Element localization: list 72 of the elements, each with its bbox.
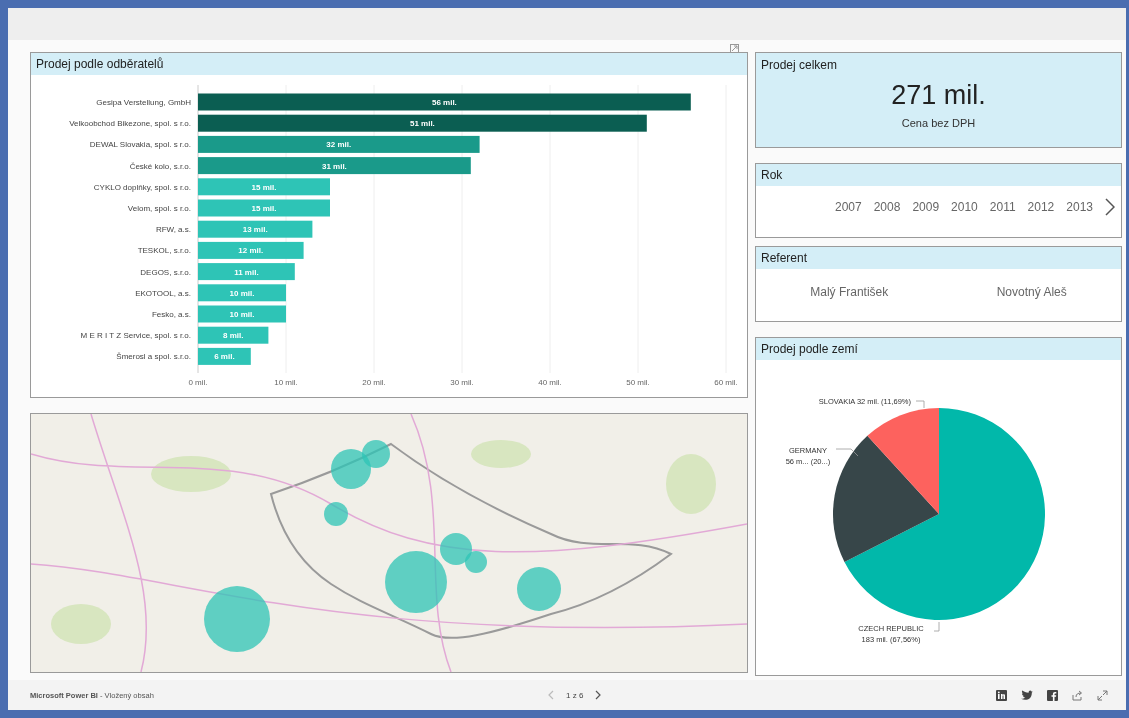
focus-mode-icon[interactable]: [730, 44, 739, 53]
person-option[interactable]: Novotný Aleš: [996, 285, 1067, 299]
bar[interactable]: [198, 347, 251, 365]
year-option[interactable]: 2010: [951, 200, 978, 214]
share-icon[interactable]: [1072, 689, 1083, 701]
chevron-right-icon[interactable]: [595, 690, 602, 700]
axis-tick-label: 60 mil.: [714, 378, 738, 387]
category-label: České kolo, s.r.o.: [129, 161, 191, 171]
category-label: DEWAL Slovakia, spol. s r.o.: [89, 140, 191, 150]
data-label: 8 mil.: [222, 331, 244, 341]
card-title: Prodej celkem: [760, 57, 839, 72]
pie-slice[interactable]: [867, 408, 939, 514]
axis-tick-label: 40 mil.: [538, 378, 562, 387]
year-option[interactable]: 2011: [989, 200, 1016, 214]
data-label: 10 mil.: [229, 288, 255, 298]
data-label: 56 mil.: [431, 98, 457, 107]
data-label: 15 mil.: [251, 182, 277, 192]
category-label: Gesipa Verstellung, GmbH: [96, 98, 191, 107]
facebook-icon[interactable]: [1047, 689, 1058, 701]
data-label: 6 mil.: [214, 352, 235, 362]
year-option[interactable]: 2009: [912, 200, 940, 214]
panel-title: Prodej podle odběratelů: [31, 53, 747, 75]
linkedin-icon[interactable]: [996, 689, 1007, 701]
panel-title: Prodej podle zemí: [756, 338, 1121, 360]
bird-icon[interactable]: [1021, 690, 1033, 700]
category-label: RFW, a.s.: [155, 225, 191, 235]
data-label: 10 mil.: [229, 310, 255, 319]
year-option[interactable]: 2012: [1027, 200, 1055, 214]
axis-tick-label: 30 mil.: [450, 378, 474, 387]
year-option[interactable]: 2007: [834, 200, 862, 214]
pie-slice[interactable]: [833, 435, 939, 562]
kpi-caption: Cena bez DPH: [901, 117, 976, 129]
data-label: 13 mil.: [242, 225, 268, 235]
axis-tick-label: 0 mil.: [188, 378, 208, 387]
bar[interactable]: [198, 241, 304, 259]
axis-tick-label: 20 mil.: [362, 378, 386, 387]
year-option[interactable]: 2013: [1066, 200, 1093, 214]
category-label: Velkoobchod Bikezone, spol. s r.o.: [69, 119, 191, 129]
kpi-value: 271 mil.: [891, 80, 986, 111]
category-label: DEGOS, s.r.o.: [140, 267, 191, 277]
leader-line: [915, 400, 925, 409]
category-label: EKOTOOL, a.s.: [135, 288, 191, 298]
person-option[interactable]: Malý František: [810, 285, 889, 299]
bar[interactable]: [198, 135, 480, 153]
data-label: 32 mil.: [326, 140, 352, 150]
category-label: Šmerosl a spol. s.r.o.: [116, 352, 191, 362]
leader-line: [933, 621, 940, 632]
panel-title: Rok: [756, 164, 1121, 186]
page-indicator: 1 z 6: [566, 690, 584, 700]
expand-icon[interactable]: [1097, 689, 1108, 701]
chevron-left-icon[interactable]: [548, 690, 554, 700]
category-label: M E R I T Z Service, spol. s r.o.: [80, 331, 191, 341]
bar[interactable]: [198, 114, 647, 132]
data-label: 15 mil.: [251, 204, 277, 213]
category-label: Velom, spol. s r.o.: [127, 204, 191, 213]
panel-title: Referent: [756, 247, 1121, 269]
data-label: 31 mil.: [321, 161, 347, 171]
pie-slice[interactable]: [844, 408, 1045, 620]
data-label: 12 mil.: [238, 246, 264, 256]
chevron-right-icon[interactable]: [1105, 198, 1115, 216]
bar[interactable]: [198, 157, 471, 175]
axis-tick-label: 10 mil.: [274, 378, 298, 387]
category-label: CYKLO doplňky, spol. s r.o.: [93, 182, 191, 192]
bar[interactable]: [198, 93, 691, 111]
data-label: 11 mil.: [234, 267, 259, 277]
axis-tick-label: 50 mil.: [626, 378, 650, 387]
bar[interactable]: [198, 263, 295, 281]
category-label: TESKOL, s.r.o.: [137, 246, 191, 256]
year-option[interactable]: 2008: [873, 200, 901, 214]
leader-line: [835, 448, 859, 457]
data-label: 51 mil.: [409, 119, 435, 129]
category-label: Fesko, a.s.: [151, 310, 191, 319]
